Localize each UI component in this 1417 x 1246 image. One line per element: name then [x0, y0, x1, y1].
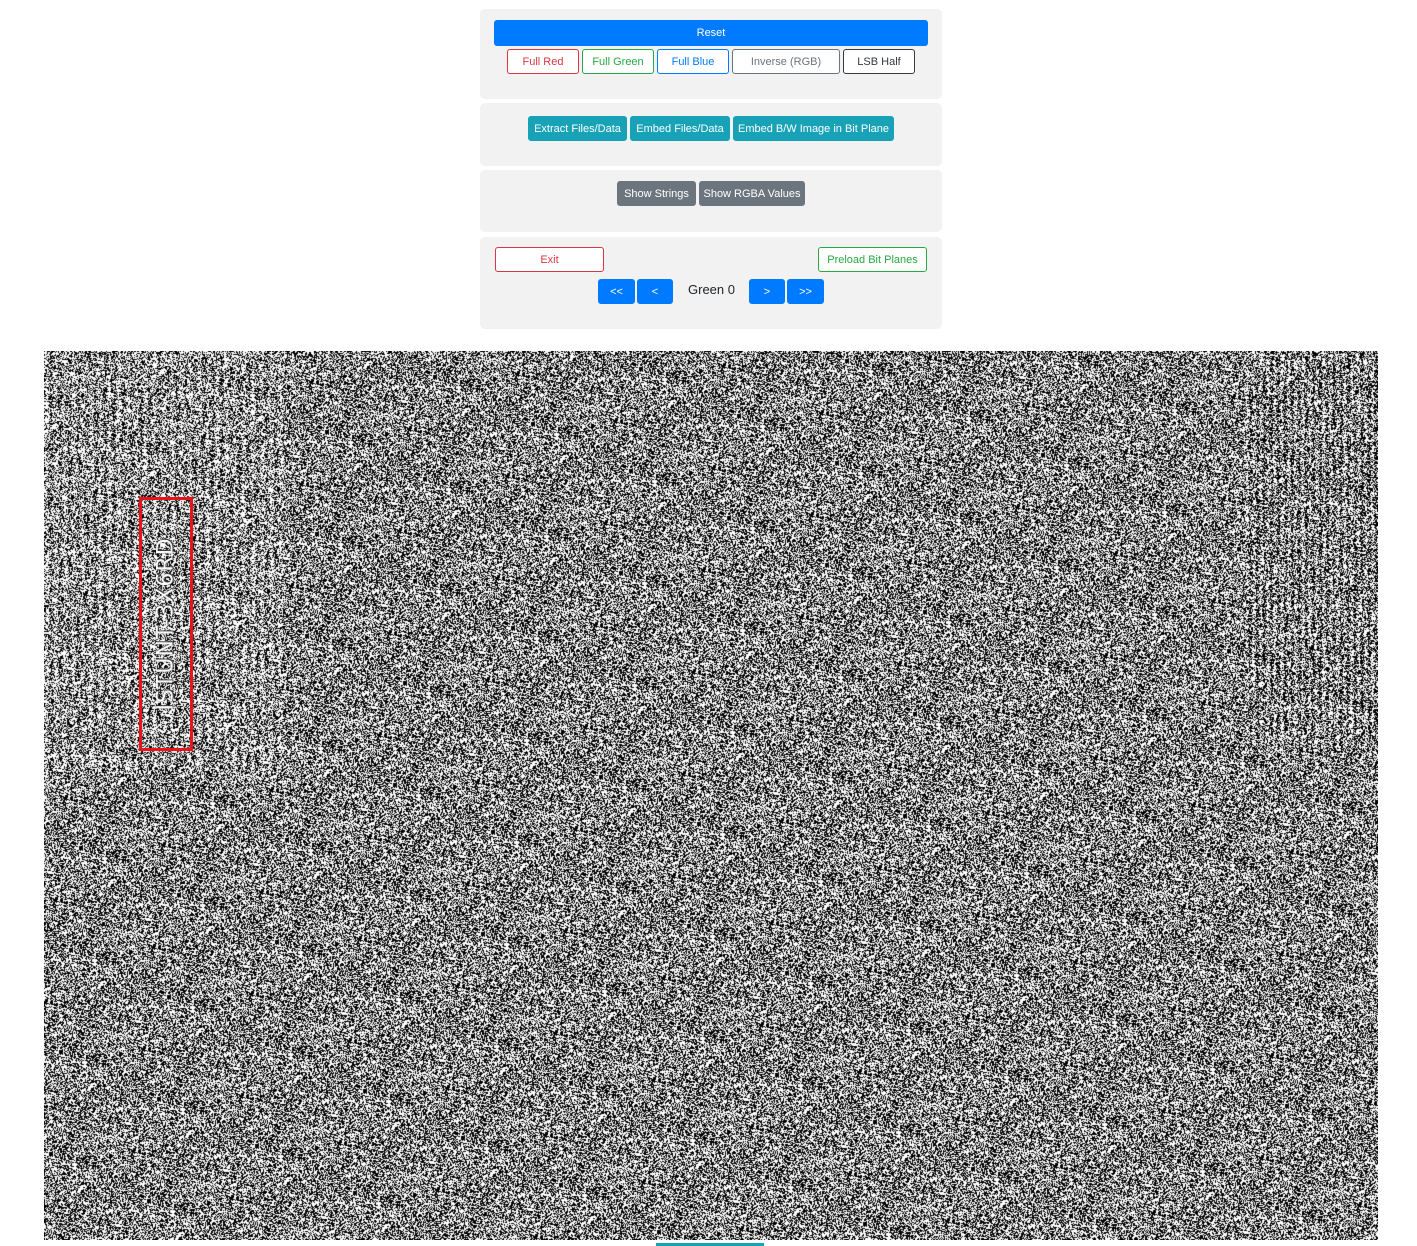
exit-button[interactable]: Exit: [495, 247, 604, 272]
embed-bw-image-button[interactable]: Embed B/W Image in Bit Plane: [733, 116, 894, 141]
preload-bit-planes-button[interactable]: Preload Bit Planes: [818, 247, 927, 272]
bit-plane-image: ISTUNT-3X6RD: [44, 351, 1378, 1240]
show-rgba-values-button[interactable]: Show RGBA Values: [699, 181, 805, 206]
hidden-text: ISTUNT-3X6RD: [153, 537, 179, 711]
full-green-button[interactable]: Full Green: [582, 49, 654, 74]
first-plane-button[interactable]: <<: [598, 279, 635, 304]
show-strings-button[interactable]: Show Strings: [617, 181, 696, 206]
embed-panel: Extract Files/Data Embed Files/Data Embe…: [480, 103, 942, 166]
bit-plane-canvas: [44, 351, 1378, 1240]
inverse-rgb-button[interactable]: Inverse (RGB): [732, 49, 840, 74]
filter-panel: Reset Full Red Full Green Full Blue Inve…: [480, 9, 942, 99]
next-plane-button[interactable]: >: [749, 279, 785, 304]
embed-files-button[interactable]: Embed Files/Data: [630, 116, 730, 141]
full-blue-button[interactable]: Full Blue: [657, 49, 729, 74]
full-red-button[interactable]: Full Red: [507, 49, 579, 74]
last-plane-button[interactable]: >>: [787, 279, 824, 304]
current-plane-label: Green 0: [688, 282, 735, 297]
extract-files-button[interactable]: Extract Files/Data: [528, 116, 627, 141]
bitplane-nav-panel: Exit Preload Bit Planes << < Green 0 > >…: [480, 237, 942, 329]
reset-button[interactable]: Reset: [494, 20, 928, 46]
inspect-panel: Show Strings Show RGBA Values: [480, 170, 942, 232]
prev-plane-button[interactable]: <: [637, 279, 673, 304]
lsb-half-button[interactable]: LSB Half: [843, 49, 915, 74]
